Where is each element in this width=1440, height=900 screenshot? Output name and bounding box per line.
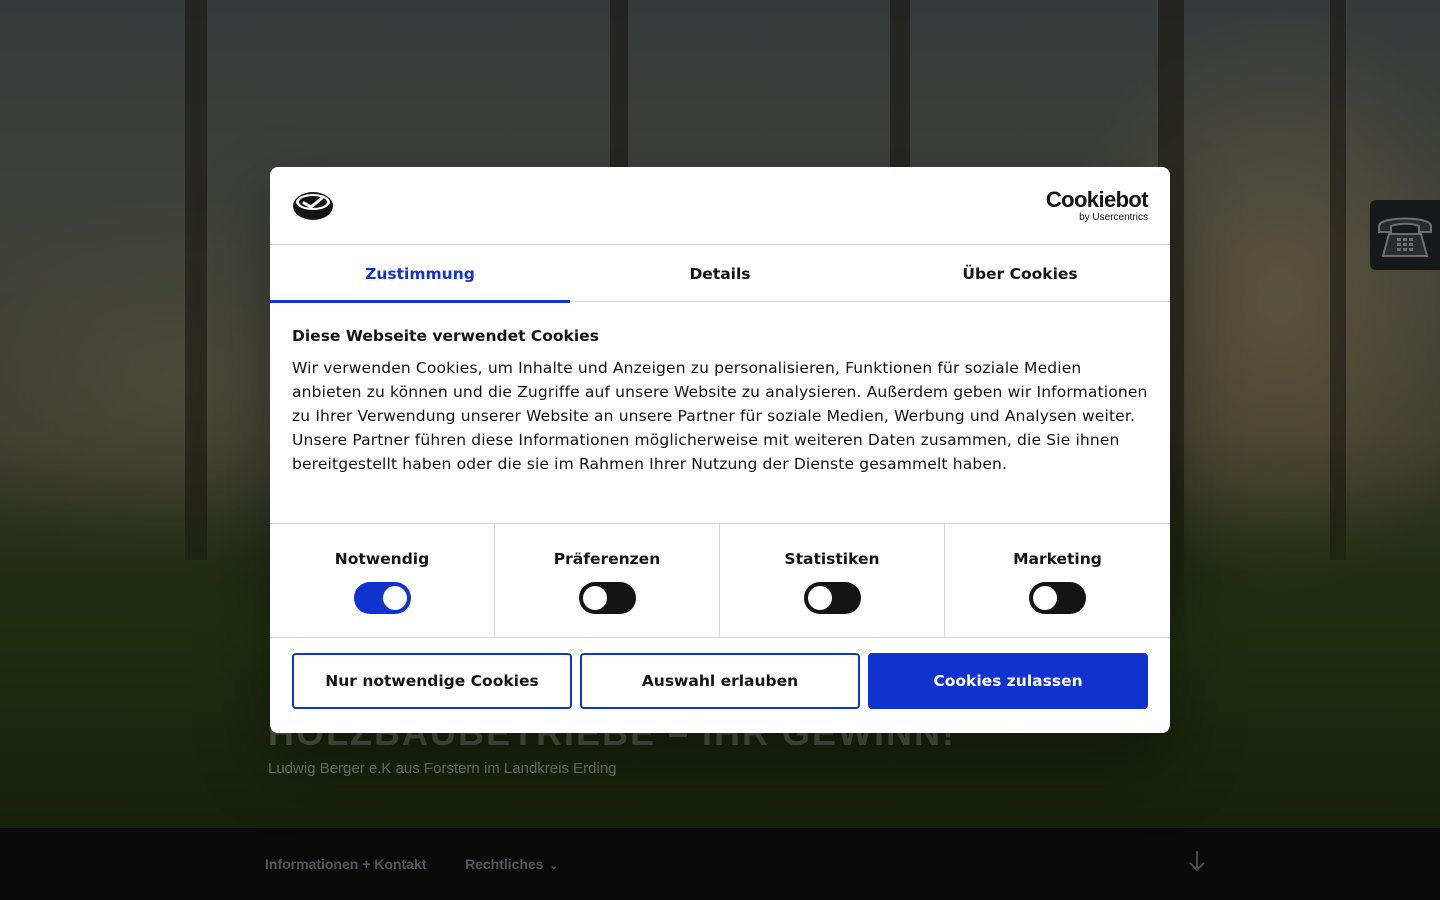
dialog-text: Wir verwenden Cookies, um Inhalte und An… — [292, 359, 1148, 473]
category-notwendig: Notwendig — [270, 524, 495, 638]
chevron-down-icon: ⌄ — [549, 861, 558, 872]
main-navigation: Informationen + Kontakt Rechtliches ⌄ — [0, 828, 1440, 900]
nav-item-label: Rechtliches — [465, 856, 544, 872]
category-label: Präferenzen — [553, 550, 661, 568]
cookie-categories: Notwendig Präferenzen Statistiken Market… — [270, 523, 1170, 638]
allow-all-button[interactable]: Cookies zulassen — [868, 653, 1148, 709]
brand-name: Cookiebot — [1045, 187, 1149, 212]
site-description: Ludwig Berger e.K aus Forstern im Landkr… — [268, 760, 617, 777]
dialog-header: Cookiebot by Usercentrics — [270, 167, 1170, 245]
arrow-down-icon[interactable] — [1186, 850, 1208, 876]
category-label: Statistiken — [784, 550, 880, 568]
allow-selection-button[interactable]: Auswahl erlauben — [580, 653, 860, 709]
toggle-praeferenzen[interactable] — [578, 582, 636, 614]
category-praeferenzen: Präferenzen — [495, 524, 720, 638]
toggle-marketing[interactable] — [1029, 582, 1086, 614]
tab-details[interactable]: Details — [570, 245, 870, 302]
category-marketing: Marketing — [945, 524, 1170, 638]
phone-widget[interactable] — [1370, 200, 1440, 270]
cookie-consent-dialog: Cookiebot by Usercentrics Zustimmung Det… — [270, 167, 1170, 733]
brand-subtitle: by Usercentrics — [1079, 212, 1148, 223]
category-label: Notwendig — [334, 550, 430, 568]
toggle-knob — [382, 586, 407, 610]
cookiebot-brand: Cookiebot by Usercentrics — [1045, 187, 1149, 224]
category-label: Marketing — [1013, 550, 1102, 568]
nav-item-rechtliches[interactable]: Rechtliches ⌄ — [465, 856, 558, 872]
tab-ueber-cookies[interactable]: Über Cookies — [870, 245, 1170, 302]
dialog-heading: Diese Webseite verwendet Cookies — [292, 327, 599, 345]
dialog-body: Diese Webseite verwendet Cookies Wir ver… — [292, 325, 1148, 476]
nav-item-label: Informationen + Kontakt — [265, 856, 427, 872]
category-statistiken: Statistiken — [720, 524, 945, 638]
tab-zustimmung[interactable]: Zustimmung — [270, 245, 570, 303]
dialog-buttons: Nur notwendige Cookies Auswahl erlauben … — [292, 653, 1148, 709]
toggle-knob — [582, 586, 607, 610]
dialog-tabs: Zustimmung Details Über Cookies — [270, 245, 1170, 303]
toggle-statistiken[interactable] — [803, 582, 861, 614]
necessary-only-button[interactable]: Nur notwendige Cookies — [292, 653, 572, 709]
toggle-knob — [1033, 586, 1057, 610]
telephone-icon — [1378, 217, 1432, 257]
cookiebot-logo-icon — [292, 189, 334, 225]
toggle-knob — [807, 586, 832, 610]
toggle-notwendig[interactable] — [353, 582, 411, 614]
nav-item-informationen-kontakt[interactable]: Informationen + Kontakt — [265, 856, 426, 872]
